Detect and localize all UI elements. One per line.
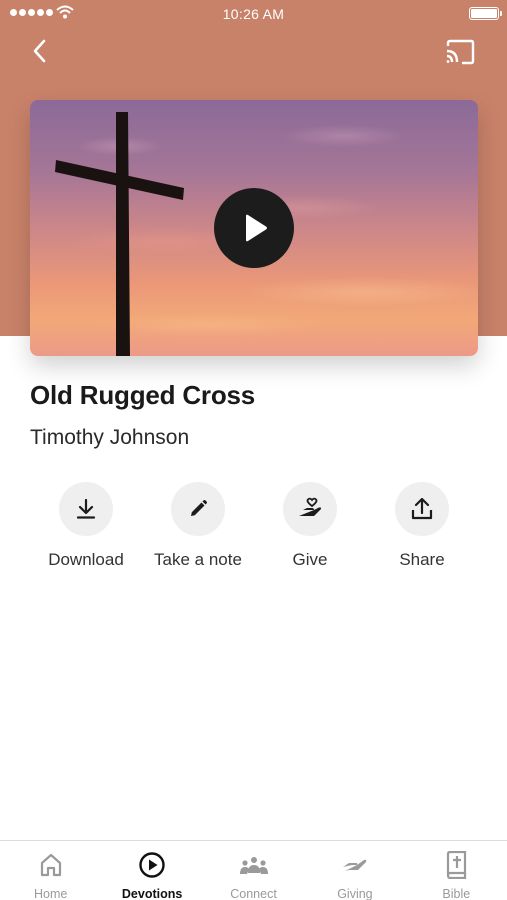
home-icon [40,853,61,877]
status-bar: 10:26 AM [0,0,507,28]
download-button[interactable]: Download [30,482,142,570]
download-label: Download [48,550,124,569]
tab-devotions-label: Devotions [121,887,183,900]
tab-connect-label: Connect [230,887,277,900]
tab-home[interactable]: Home [0,841,101,900]
play-button[interactable] [214,188,294,268]
media-card[interactable] [30,100,478,356]
pencil-icon [191,500,207,516]
author-name: Timothy Johnson [30,426,190,449]
action-row: Download Take a note Give Share [30,482,478,572]
take-note-label: Take a note [154,550,242,569]
play-icon [246,214,267,242]
give-button[interactable]: Give [254,482,366,570]
share-icon-circle [395,482,449,536]
battery-icon [469,7,502,20]
tab-devotions[interactable]: Devotions [101,841,202,900]
people-icon [239,857,268,874]
giving-hand-icon [342,859,367,871]
share-label: Share [399,550,445,569]
chevron-left-icon [33,39,46,63]
page-title: Old Rugged Cross [30,380,256,410]
tab-home-label: Home [34,887,68,900]
download-icon [76,498,96,519]
share-button[interactable]: Share [366,482,478,570]
cast-button[interactable] [444,38,476,66]
tab-bar: Home Devotions Connect Giving Bible [0,840,507,900]
take-note-button[interactable]: Take a note [142,482,254,570]
status-time: 10:26 AM [222,6,285,22]
tab-connect[interactable]: Connect [203,841,304,900]
tab-giving-label: Giving [337,887,373,900]
tab-bible-label: Bible [442,887,471,900]
give-label: Give [292,550,328,569]
back-button[interactable] [28,36,54,66]
share-icon [411,497,433,520]
heart-hand-icon-circle [283,482,337,536]
pencil-icon-circle [171,482,225,536]
bible-icon [447,851,467,879]
cast-icon [446,39,475,65]
tab-bible[interactable]: Bible [406,841,507,900]
download-icon-circle [59,482,113,536]
play-circle-icon [139,852,165,878]
tab-giving[interactable]: Giving [304,841,405,900]
heart-hand-icon [299,497,322,516]
